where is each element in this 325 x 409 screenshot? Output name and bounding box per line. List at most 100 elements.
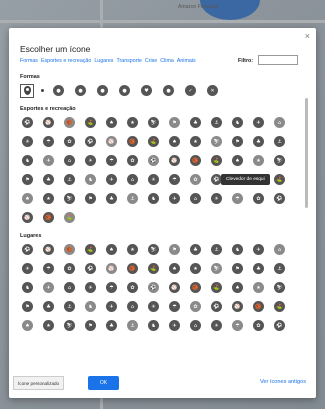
sport-icon[interactable]: 🏀: [43, 212, 54, 223]
place-icon[interactable]: ♣: [253, 263, 264, 274]
sport-icon[interactable]: ⚽: [148, 155, 159, 166]
place-icon[interactable]: ☀: [148, 301, 159, 312]
place-icon[interactable]: ⚽: [22, 244, 33, 255]
place-icon[interactable]: ☀: [211, 320, 222, 331]
sport-icon[interactable]: ⌂: [190, 193, 201, 204]
dot-shape-icon[interactable]: [41, 89, 44, 92]
sport-icon[interactable]: ♣: [253, 136, 264, 147]
sport-icon[interactable]: ⛳: [148, 136, 159, 147]
sport-icon[interactable]: ☂: [169, 174, 180, 185]
place-icon[interactable]: ✈: [169, 320, 180, 331]
x-shape-icon[interactable]: ✕: [207, 85, 218, 96]
sport-icon[interactable]: ♞: [148, 193, 159, 204]
sport-icon[interactable]: ✈: [253, 117, 264, 128]
place-icon[interactable]: ⚑: [22, 301, 33, 312]
sport-icon[interactable]: ⚑: [169, 117, 180, 128]
sport-icon[interactable]: ⚓: [127, 193, 138, 204]
place-icon[interactable]: ☀: [85, 282, 96, 293]
place-icon[interactable]: ⚑: [169, 244, 180, 255]
sport-icon[interactable]: ✿: [253, 193, 264, 204]
place-icon[interactable]: ♣: [43, 301, 54, 312]
sport-icon[interactable]: ⚾: [169, 155, 180, 166]
sport-icon[interactable]: ✈: [43, 155, 54, 166]
sport-icon[interactable]: ✈: [106, 174, 117, 185]
heart-shape-icon[interactable]: ♥: [141, 85, 152, 96]
sport-icon[interactable]: ⚓: [64, 174, 75, 185]
circle-shape-icon[interactable]: ●: [53, 85, 64, 96]
place-icon[interactable]: ✈: [106, 301, 117, 312]
pin-shape-icon[interactable]: [20, 83, 34, 98]
place-icon[interactable]: ⛳: [274, 301, 285, 312]
place-icon[interactable]: ⚾: [106, 263, 117, 274]
tab-formas[interactable]: Formas: [20, 58, 38, 64]
sport-icon[interactable]: ⚾: [22, 212, 33, 223]
place-icon[interactable]: ★: [253, 282, 264, 293]
place-icon[interactable]: ⛳: [148, 263, 159, 274]
sport-icon[interactable]: ⛳: [211, 155, 222, 166]
ok-button[interactable]: OK: [88, 376, 119, 390]
sport-icon[interactable]: ♠: [232, 155, 243, 166]
place-icon[interactable]: ♞: [232, 244, 243, 255]
place-icon[interactable]: ⚾: [169, 282, 180, 293]
sport-icon[interactable]: ♠: [169, 136, 180, 147]
sport-icon[interactable]: ⚽: [22, 117, 33, 128]
place-icon[interactable]: ♞: [22, 282, 33, 293]
sport-icon[interactable]: ⛳: [85, 117, 96, 128]
sport-icon[interactable]: ⛷: [64, 193, 75, 204]
place-icon[interactable]: ⛷: [211, 263, 222, 274]
place-icon[interactable]: 🏀: [127, 263, 138, 274]
sport-icon[interactable]: ☀: [85, 155, 96, 166]
tab-lugares[interactable]: Lugares: [94, 58, 113, 64]
old-icons-link[interactable]: Ver ícones antigos: [260, 379, 306, 385]
sport-icon[interactable]: ⚓: [274, 136, 285, 147]
place-icon[interactable]: ♠: [106, 244, 117, 255]
place-icon[interactable]: ♠: [22, 320, 33, 331]
place-icon[interactable]: ⌂: [127, 301, 138, 312]
place-icon[interactable]: ⚓: [64, 301, 75, 312]
sport-icon[interactable]: ✿: [190, 174, 201, 185]
sport-icon[interactable]: ★: [127, 117, 138, 128]
check-shape-icon[interactable]: ✓: [185, 85, 196, 96]
place-icon[interactable]: 🏀: [253, 301, 264, 312]
place-icon[interactable]: ⚓: [274, 263, 285, 274]
place-icon[interactable]: ☂: [232, 320, 243, 331]
place-icon[interactable]: ⚑: [232, 263, 243, 274]
sport-icon[interactable]: ☀: [148, 174, 159, 185]
place-icon[interactable]: ☂: [169, 301, 180, 312]
sport-icon[interactable]: ✿: [127, 155, 138, 166]
circle-shape-icon[interactable]: ●: [119, 85, 130, 96]
sport-icon[interactable]: ⚓: [211, 117, 222, 128]
sport-icon[interactable]: ⛷: [148, 117, 159, 128]
place-icon[interactable]: ✿: [64, 263, 75, 274]
place-icon[interactable]: ♣: [106, 320, 117, 331]
sport-icon[interactable]: ⌂: [127, 174, 138, 185]
sport-icon[interactable]: ⚽: [274, 193, 285, 204]
sport-icon[interactable]: 🏀: [190, 155, 201, 166]
place-icon[interactable]: ♞: [85, 301, 96, 312]
sport-icon[interactable]: ✿: [64, 136, 75, 147]
custom-icon-button[interactable]: Ícone personalizado: [13, 376, 65, 390]
place-icon[interactable]: 🏀: [64, 244, 75, 255]
circle-shape-icon[interactable]: ●: [75, 85, 86, 96]
sport-icon[interactable]: ⚾: [43, 117, 54, 128]
place-icon[interactable]: ✈: [253, 244, 264, 255]
place-icon[interactable]: ⌂: [190, 320, 201, 331]
place-icon[interactable]: ✿: [253, 320, 264, 331]
sport-icon[interactable]: ☂: [106, 155, 117, 166]
place-icon[interactable]: ⚾: [232, 301, 243, 312]
place-icon[interactable]: ⚓: [211, 244, 222, 255]
sport-icon[interactable]: ⛷: [274, 155, 285, 166]
close-icon[interactable]: ×: [305, 31, 310, 41]
place-icon[interactable]: ☂: [106, 282, 117, 293]
place-icon[interactable]: ⛷: [148, 244, 159, 255]
circle-shape-icon[interactable]: ●: [163, 85, 174, 96]
sport-icon[interactable]: ⚑: [85, 193, 96, 204]
filter-input[interactable]: [258, 55, 298, 65]
tab-animais[interactable]: Animais: [177, 58, 196, 64]
place-icon[interactable]: ☀: [22, 263, 33, 274]
place-icon[interactable]: ♠: [169, 263, 180, 274]
place-icon[interactable]: 🏀: [190, 282, 201, 293]
sport-icon[interactable]: ☀: [22, 136, 33, 147]
sport-icon[interactable]: ⛳: [274, 174, 285, 185]
sport-icon[interactable]: ♞: [232, 117, 243, 128]
